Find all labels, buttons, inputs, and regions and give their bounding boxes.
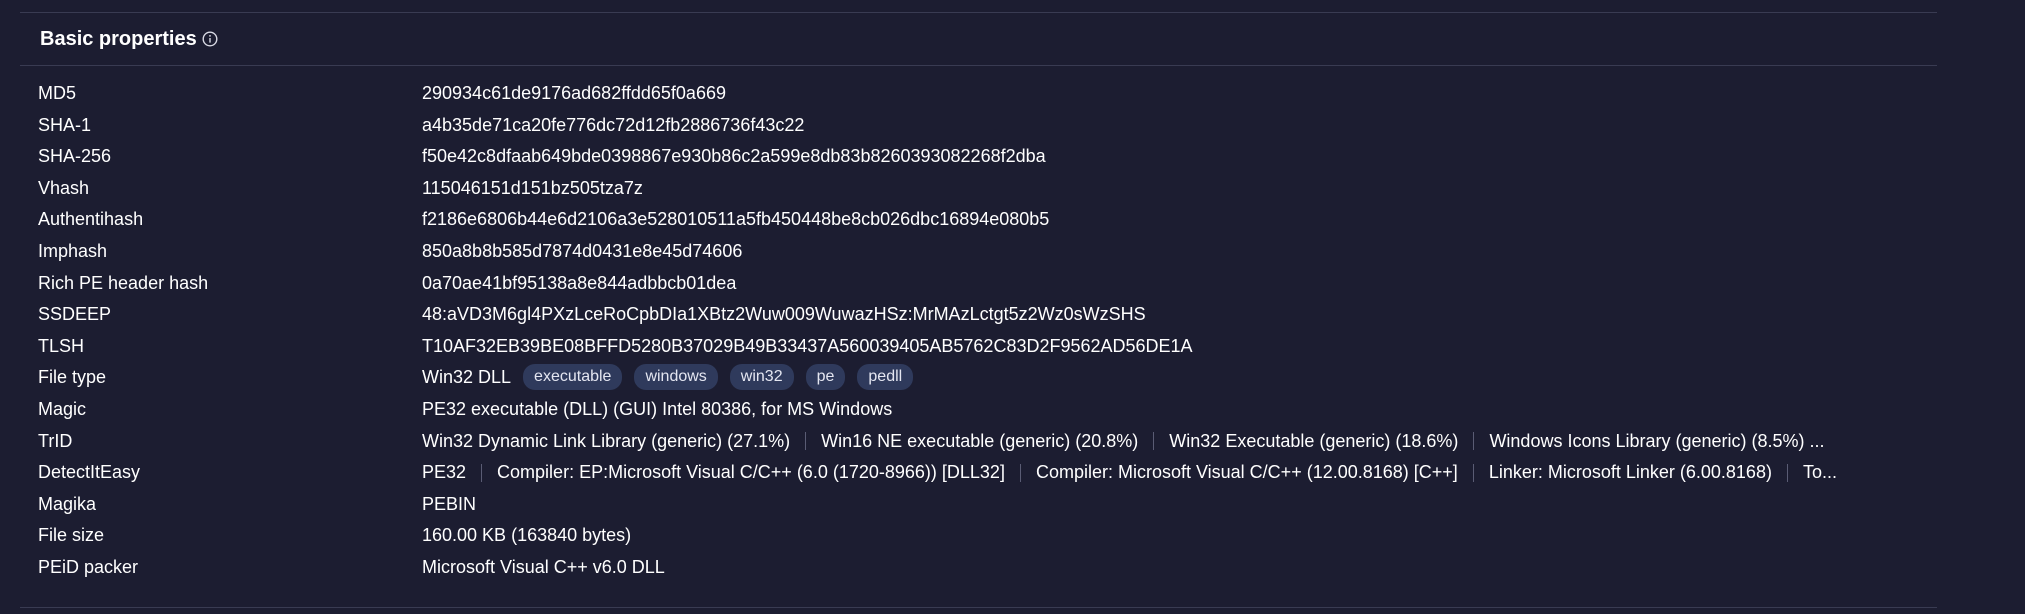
- property-row-rich-pe-header-hash: Rich PE header hash 0a70ae41bf95138a8e84…: [20, 268, 1937, 300]
- property-row-md5: MD5 290934c61de9176ad682ffdd65f0a669: [20, 78, 1937, 110]
- property-row-file-size: File size 160.00 KB (163840 bytes): [20, 520, 1937, 552]
- detectiteasy-list: PE32 Compiler: EP:Microsoft Visual C/C++…: [422, 462, 1914, 483]
- tag-pe[interactable]: pe: [805, 364, 846, 391]
- basic-properties-panel: Basic properties MD5 290934c61de9176ad68…: [20, 12, 1937, 614]
- separator: [805, 432, 807, 451]
- property-value: 160.00 KB (163840 bytes): [422, 525, 632, 546]
- property-value: f2186e6806b44e6d2106a3e528010511a5fb4504…: [422, 209, 1050, 230]
- trid-item: Win32 Dynamic Link Library (generic) (27…: [422, 430, 791, 451]
- property-value: 115046151d151bz505tza7z: [422, 177, 643, 198]
- property-value: 290934c61de9176ad682ffdd65f0a669: [422, 83, 726, 103]
- trid-item: Win32 Executable (generic) (18.6%): [1169, 430, 1459, 451]
- property-label: MD5: [38, 83, 77, 103]
- tag-executable[interactable]: executable: [523, 364, 623, 391]
- properties-list: MD5 290934c61de9176ad682ffdd65f0a669 SHA…: [20, 78, 1937, 584]
- property-value: f50e42c8dfaab649bde0398867e930b86c2a599e…: [422, 146, 1046, 167]
- property-label: DetectItEasy: [38, 462, 141, 483]
- tag-windows[interactable]: windows: [634, 364, 718, 391]
- property-value: PE32 Compiler: EP:Microsoft Visual C/C++…: [422, 462, 1937, 483]
- property-row-detectiteasy: DetectItEasy PE32 Compiler: EP:Microsoft…: [20, 457, 1937, 489]
- property-value: 0a70ae41bf95138a8e844adbbcb01dea: [422, 272, 737, 293]
- property-label: Magic: [38, 398, 87, 419]
- property-row-magic: Magic PE32 executable (DLL) (GUI) Intel …: [20, 394, 1937, 426]
- file-type-inline: Win32 DLL executable windows win32 pe pe…: [422, 364, 1937, 391]
- trid-list: Win32 Dynamic Link Library (generic) (27…: [422, 431, 1914, 452]
- property-label: TrID: [38, 430, 73, 451]
- property-label: Imphash: [38, 240, 108, 261]
- property-row-sha1: SHA-1 a4b35de71ca20fe776dc72d12fb2886736…: [20, 110, 1937, 142]
- property-label: PEiD packer: [38, 556, 139, 577]
- property-label: SHA-1: [38, 114, 92, 135]
- property-label: SSDEEP: [38, 304, 112, 325]
- property-value: PE32 executable (DLL) (GUI) Intel 80386,…: [422, 398, 893, 419]
- property-value: Win32 Dynamic Link Library (generic) (27…: [422, 431, 1937, 452]
- property-row-imphash: Imphash 850a8b8b585d7874d0431e8e45d74606: [20, 236, 1937, 268]
- separator: [1786, 463, 1788, 482]
- property-value: PEBIN: [422, 493, 477, 514]
- detectiteasy-item: Compiler: EP:Microsoft Visual C/C++ (6.0…: [497, 462, 1005, 483]
- property-value: 48:aVD3M6gl4PXzLceRoCpbDIa1XBtz2Wuw009Wu…: [422, 304, 1146, 325]
- property-row-trid: TrID Win32 Dynamic Link Library (generic…: [20, 426, 1937, 458]
- property-label: Magika: [38, 493, 97, 514]
- property-label: TLSH: [38, 335, 85, 356]
- property-label: Vhash: [38, 177, 90, 198]
- property-label: Authentihash: [38, 209, 144, 230]
- property-row-vhash: Vhash 115046151d151bz505tza7z: [20, 173, 1937, 205]
- panel-header: Basic properties: [20, 13, 1937, 66]
- separator: [481, 463, 483, 482]
- property-value: Win32 DLL executable windows win32 pe pe…: [422, 364, 1937, 391]
- trid-item: Win16 NE executable (generic) (20.8%): [821, 430, 1139, 451]
- detectiteasy-item: Linker: Microsoft Linker (6.00.8168): [1488, 462, 1772, 483]
- section-title: Basic properties: [40, 28, 197, 50]
- property-label: File size: [38, 525, 105, 546]
- detectiteasy-item: Compiler: Microsoft Visual C/C++ (12.00.…: [1035, 462, 1458, 483]
- property-row-tlsh: TLSH T10AF32EB39BE08BFFD5280B37029B49B33…: [20, 331, 1937, 363]
- property-row-authentihash: Authentihash f2186e6806b44e6d2106a3e5280…: [20, 204, 1937, 236]
- property-row-magika: Magika PEBIN: [20, 489, 1937, 521]
- property-row-sha256: SHA-256 f50e42c8dfaab649bde0398867e930b8…: [20, 141, 1937, 173]
- tag-win32[interactable]: win32: [729, 364, 794, 391]
- property-row-peid-packer: PEiD packer Microsoft Visual C++ v6.0 DL…: [20, 552, 1937, 584]
- separator: [1472, 463, 1474, 482]
- property-label: File type: [38, 367, 107, 388]
- property-value: Microsoft Visual C++ v6.0 DLL: [422, 556, 665, 577]
- divider: [20, 607, 1937, 608]
- property-value: 850a8b8b585d7874d0431e8e45d74606: [422, 240, 743, 261]
- property-label: Rich PE header hash: [38, 272, 209, 293]
- detectiteasy-item: PE32: [422, 462, 467, 483]
- file-type-value: Win32 DLL: [422, 366, 512, 387]
- info-icon[interactable]: [202, 31, 218, 47]
- detectiteasy-item: To...: [1802, 462, 1837, 483]
- property-value: T10AF32EB39BE08BFFD5280B37029B49B33437A5…: [422, 335, 1193, 356]
- separator: [1153, 432, 1155, 451]
- separator: [1473, 432, 1475, 451]
- trid-item: Windows Icons Library (generic) (8.5%) .…: [1489, 430, 1825, 451]
- property-row-file-type: File type Win32 DLL executable windows w…: [20, 362, 1937, 394]
- tag-pedll[interactable]: pedll: [857, 364, 914, 391]
- property-value: a4b35de71ca20fe776dc72d12fb2886736f43c22: [422, 114, 805, 135]
- separator: [1019, 463, 1021, 482]
- property-label: SHA-256: [38, 146, 112, 167]
- property-row-ssdeep: SSDEEP 48:aVD3M6gl4PXzLceRoCpbDIa1XBtz2W…: [20, 299, 1937, 331]
